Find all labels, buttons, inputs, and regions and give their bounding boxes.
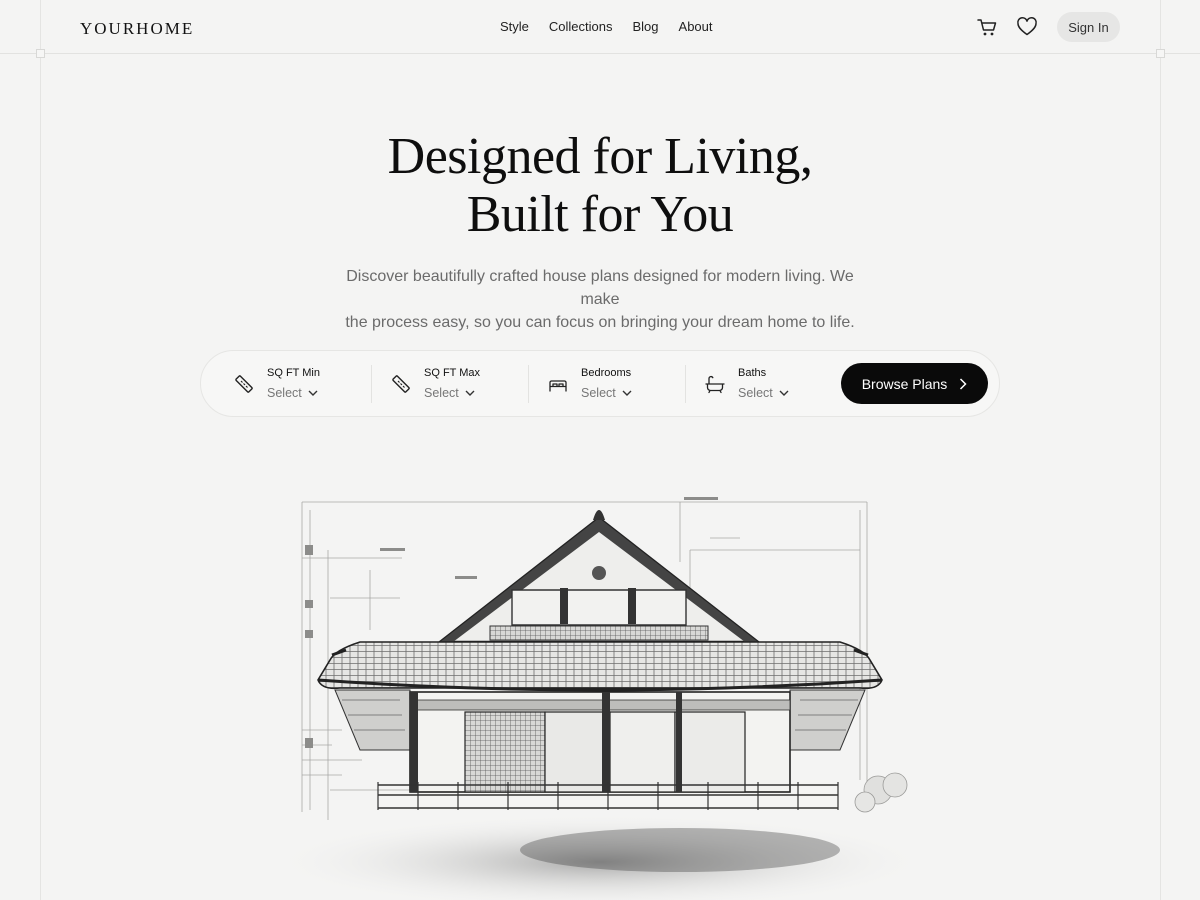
house-illustration [270,497,930,900]
hero-title-line: Designed for Living, [387,128,813,185]
filter-sqft-min[interactable]: SQ FT Min Select [201,351,351,416]
bed-icon [549,380,567,392]
filter-sqft-max[interactable]: SQ FT Max Select [358,351,508,416]
filter-select[interactable]: Select [738,386,789,400]
ruler-icon [235,375,253,393]
filter-select[interactable]: Select [424,386,475,400]
cart-icon[interactable] [976,16,998,38]
plan-filter-bar: SQ FT Min Select SQ FT Max Select Bedroo… [200,350,1000,417]
filter-value: Select [738,386,773,400]
nav-style[interactable]: Style [500,19,529,34]
filter-label: SQ FT Max [424,367,481,379]
hero-subtitle-line: Discover beautifully crafted house plans… [346,268,854,308]
hero-subtitle-line: the process easy, so you can focus on br… [345,314,855,331]
sign-in-button[interactable]: Sign In [1057,12,1120,42]
nav-about[interactable]: About [679,19,713,34]
hero-subtitle: Discover beautifully crafted house plans… [330,265,870,334]
hero-title-line: Built for You [466,186,734,243]
filter-value: Select [267,386,302,400]
browse-plans-label: Browse Plans [861,375,948,392]
filter-bedrooms[interactable]: Bedrooms Select [515,351,665,416]
site-header: YOURHOME Style Collections Blog About Si… [0,0,1200,53]
hero-title: Designed for Living, Built for You [0,128,1200,244]
filter-baths[interactable]: Baths Select [672,351,822,416]
chevron-down-icon [779,390,789,396]
filter-select[interactable]: Select [581,386,632,400]
chevron-down-icon [465,390,475,396]
bathtub-icon [705,375,725,394]
main-nav: Style Collections Blog About [500,19,713,34]
filter-label: Baths [738,367,767,379]
filter-select[interactable]: Select [267,386,318,400]
chevron-down-icon [308,390,318,396]
filter-label: Bedrooms [581,367,632,379]
filter-label: SQ FT Min [267,367,320,379]
browse-plans-button[interactable]: Browse Plans [841,363,988,404]
header-divider [0,53,1200,54]
ruler-icon [392,375,410,393]
nav-blog[interactable]: Blog [633,19,659,34]
filter-value: Select [424,386,459,400]
chevron-right-icon [960,377,967,390]
site-logo[interactable]: YOURHOME [80,19,194,39]
heart-icon[interactable] [1016,16,1038,38]
filter-value: Select [581,386,616,400]
chevron-down-icon [622,390,632,396]
nav-collections[interactable]: Collections [549,19,613,34]
